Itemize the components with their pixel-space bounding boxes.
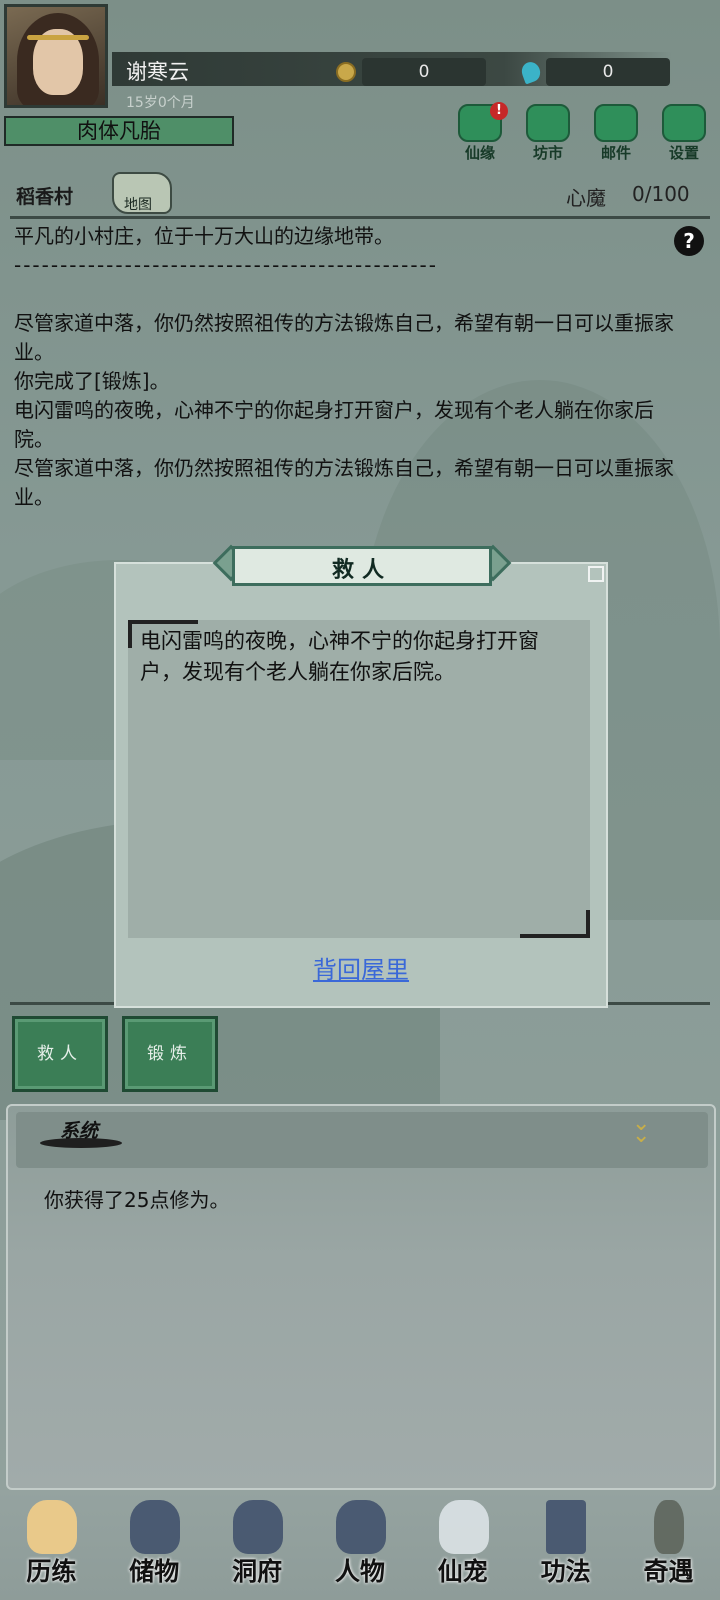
location-name: 稻香村	[16, 186, 74, 208]
nav-label: 洞府	[232, 1557, 283, 1586]
player-name: 谢寒云	[126, 60, 189, 84]
story-line: 电闪雷鸣的夜晚，心神不宁的你起身打开窗户，发现有个老人躺在你家后院。	[14, 398, 654, 451]
market-button[interactable]: 坊市	[518, 104, 578, 164]
divider	[10, 216, 710, 219]
spirit-stone-count: 0	[546, 58, 670, 86]
nav-label: 人物	[334, 1557, 385, 1586]
nav-label: 奇遇	[643, 1557, 694, 1586]
mail-icon	[594, 104, 638, 142]
pet-icon	[438, 1500, 489, 1554]
map-label: 地图	[124, 197, 152, 213]
dialog-text: 电闪雷鸣的夜晚，心神不宁的你起身打开窗户，发现有个老人躺在你家后院。	[140, 629, 539, 684]
story-log: 平凡的小村庄，位于十万大山的边缘地带。 --------------------…	[14, 222, 684, 512]
heart-demon-label: 心魔	[566, 186, 606, 210]
chevron-down-icon[interactable]: ⌄ ⌄	[632, 1113, 650, 1147]
gear-icon	[662, 104, 706, 142]
system-panel	[6, 1104, 716, 1490]
training-icon	[27, 1500, 78, 1554]
nav-training[interactable]: 历练	[1, 1490, 101, 1600]
settings-label: 设置	[668, 144, 699, 162]
realm-label: 肉体凡胎	[77, 119, 161, 143]
player-age: 15岁0个月	[126, 95, 195, 111]
story-line: 尽管家道中落，你仍然按照祖传的方法锻炼自己，希望有朝一日可以重振家业。	[14, 456, 674, 509]
nav-storage[interactable]: 储物	[104, 1490, 204, 1600]
help-icon[interactable]: ?	[674, 226, 704, 256]
resize-icon[interactable]	[588, 566, 604, 582]
storage-bag-icon	[130, 1500, 181, 1554]
separator-line: ----------------------------------------…	[14, 253, 438, 277]
immortal-fate-button[interactable]: ! 仙缘	[450, 102, 510, 164]
mail-button[interactable]: 邮件	[586, 104, 646, 164]
character-icon	[335, 1500, 386, 1554]
dialog-title: 救人	[331, 557, 392, 583]
bottom-nav: 历练 储物 洞府 人物 仙宠 功法 奇遇	[0, 1490, 720, 1600]
nav-label: 储物	[129, 1557, 180, 1586]
system-message: 你获得了25点修为。	[44, 1188, 230, 1212]
story-line: 尽管家道中落，你仍然按照祖传的方法锻炼自己，希望有朝一日可以重振家业。	[14, 311, 674, 364]
nav-pet[interactable]: 仙宠	[413, 1490, 513, 1600]
system-title: 系统	[60, 1120, 99, 1142]
nav-label: 仙宠	[437, 1557, 488, 1586]
location-description: 平凡的小村庄，位于十万大山的边缘地带。	[14, 224, 394, 248]
carry-back-link[interactable]: 背回屋里	[114, 950, 608, 985]
heart-demon-value: 0/100	[632, 182, 690, 206]
realm-bar: 肉体凡胎	[4, 116, 234, 146]
nav-cave[interactable]: 洞府	[207, 1490, 307, 1600]
top-buttons: ! 仙缘 坊市 邮件 设置	[450, 102, 714, 164]
cave-residence-icon	[233, 1500, 284, 1554]
mail-label: 邮件	[600, 144, 631, 162]
notification-badge: !	[490, 102, 508, 120]
adventure-icon	[654, 1500, 685, 1554]
nav-adventure[interactable]: 奇遇	[618, 1490, 718, 1600]
market-icon	[526, 104, 570, 142]
nav-skills[interactable]: 功法	[516, 1490, 616, 1600]
avatar[interactable]	[4, 4, 108, 108]
nav-label: 历练	[26, 1557, 77, 1586]
scroll-icon	[545, 1500, 586, 1554]
immortal-fate-label: 仙缘	[464, 144, 495, 162]
map-button[interactable]: 地图	[112, 172, 172, 214]
system-panel-header	[16, 1112, 708, 1168]
nav-character[interactable]: 人物	[310, 1490, 410, 1600]
coin-count: 0	[362, 58, 486, 86]
nav-label: 功法	[540, 1557, 591, 1586]
story-line: 你完成了[锻炼]。	[14, 369, 170, 393]
train-button[interactable]: 锻炼	[122, 1016, 218, 1092]
settings-button[interactable]: 设置	[654, 104, 714, 164]
rescue-button[interactable]: 救人	[12, 1016, 108, 1092]
market-label: 坊市	[532, 144, 563, 162]
coin-icon	[336, 62, 356, 82]
